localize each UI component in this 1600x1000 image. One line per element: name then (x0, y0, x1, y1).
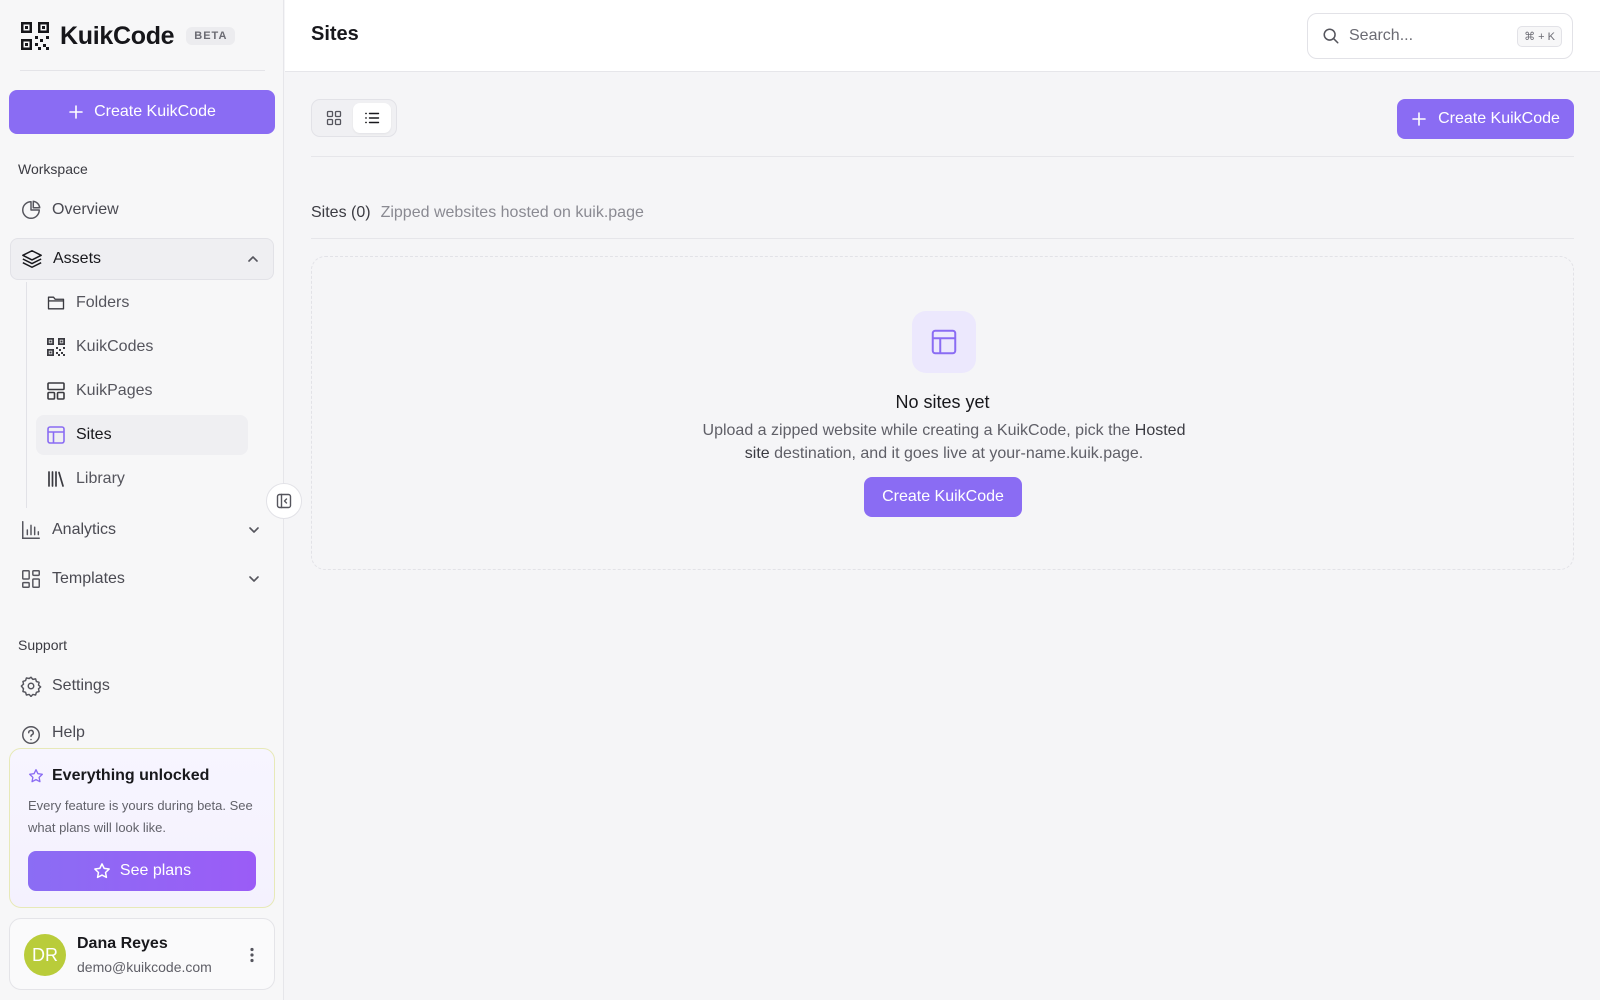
submenu-rail (26, 282, 27, 508)
user-email: demo@kuikcode.com (77, 959, 212, 975)
sidebar-item-assets[interactable]: Assets (10, 238, 274, 280)
promo-title: Everything unlocked (28, 767, 209, 785)
support-section-label: Support (18, 637, 68, 653)
brand-name: KuikCode (60, 21, 175, 50)
create-kuikcode-label: Create KuikCode (94, 103, 216, 120)
empty-state: No sites yet Upload a zipped website whi… (311, 256, 1574, 570)
divider (311, 238, 1574, 239)
chevron-down-icon (249, 527, 259, 533)
empty-state-description: Upload a zipped website while creating a… (692, 419, 1196, 465)
sites-section-header: Sites (0) Zipped websites hosted on kuik… (311, 204, 644, 222)
star-icon (94, 863, 110, 879)
more-vertical-icon[interactable] (242, 945, 262, 965)
qr-code-icon (47, 338, 65, 356)
sidebar-item-label: Assets (53, 250, 102, 267)
sites-count-title: Sites (0) (311, 204, 371, 221)
search-icon (1323, 28, 1339, 44)
grid-icon (326, 110, 342, 126)
avatar: DR (24, 934, 66, 976)
sidebar-item-label: Analytics (52, 521, 117, 538)
sidebar-sub-label: KuikPages (76, 382, 153, 399)
empty-desc-part: Upload a zipped website while creating a… (702, 422, 1135, 439)
sidebar-sub-label: KuikCodes (76, 338, 154, 355)
top-bar: Sites ⌘ + K (285, 0, 1600, 72)
folder-icon (47, 296, 65, 310)
create-kuikcode-button[interactable]: Create KuikCode (1397, 99, 1574, 139)
list-icon (365, 112, 380, 124)
sidebar-create-kuikcode-button[interactable]: Create KuikCode (9, 90, 275, 134)
chevron-down-icon (249, 576, 259, 582)
sidebar-item-folders[interactable]: Folders (36, 283, 248, 323)
panel-collapse-icon (276, 493, 292, 509)
search-box[interactable]: ⌘ + K (1307, 13, 1573, 59)
collapse-sidebar-button[interactable] (266, 483, 302, 519)
layout-icon (931, 329, 957, 355)
divider (20, 70, 265, 71)
sidebar-item-kuikpages[interactable]: KuikPages (36, 371, 248, 411)
sidebar-item-templates[interactable]: Templates (10, 559, 274, 599)
empty-desc-part: destination, and it goes live at your-na… (769, 445, 1144, 462)
create-kuikcode-label: Create KuikCode (1438, 110, 1560, 127)
promo-title-text: Everything unlocked (52, 767, 210, 784)
plus-icon (1412, 112, 1426, 126)
page-title: Sites (311, 23, 359, 45)
sidebar-item-label: Help (52, 724, 85, 741)
layout-grid-icon (22, 570, 40, 588)
sidebar-item-settings[interactable]: Settings (10, 666, 274, 706)
gear-icon (20, 676, 42, 697)
sites-subtitle: Zipped websites hosted on kuik.page (380, 204, 644, 221)
sidebar-sub-label: Library (76, 470, 125, 487)
star-icon (29, 769, 43, 783)
promo-description: Every feature is yours during beta. See … (28, 798, 253, 835)
library-icon (48, 471, 64, 487)
page-layout-icon (47, 382, 65, 400)
divider (311, 156, 1574, 157)
empty-state-title: No sites yet (895, 392, 990, 412)
user-name: Dana Reyes (77, 935, 168, 952)
plus-icon (69, 105, 83, 119)
search-shortcut-badge: ⌘ + K (1517, 26, 1562, 47)
chevron-up-icon (248, 256, 258, 262)
layout-icon (47, 426, 65, 444)
empty-state-create-button[interactable]: Create KuikCode (864, 477, 1022, 517)
sidebar-item-label: Settings (52, 677, 110, 694)
sidebar-item-label: Overview (52, 201, 119, 218)
sidebar-sub-label: Sites (76, 426, 112, 443)
brand[interactable]: KuikCode BETA (20, 18, 236, 54)
bar-chart-icon (22, 521, 40, 539)
sidebar-sub-label: Folders (76, 294, 130, 311)
list-view-button[interactable] (353, 103, 391, 133)
promo-card: Everything unlocked Every feature is you… (9, 748, 275, 908)
pie-chart-icon (22, 200, 41, 219)
layers-icon (22, 250, 42, 268)
view-toggle (311, 99, 397, 137)
sidebar-item-analytics[interactable]: Analytics (10, 510, 274, 550)
beta-badge: BETA (186, 27, 236, 45)
sidebar-item-sites[interactable]: Sites (36, 415, 248, 455)
help-circle-icon (22, 726, 40, 744)
sidebar-item-library[interactable]: Library (36, 459, 248, 499)
empty-state-icon-tile (912, 311, 976, 373)
workspace-section-label: Workspace (18, 161, 88, 177)
see-plans-label: See plans (119, 862, 192, 879)
qr-logo-icon (21, 22, 49, 50)
sidebar-item-help[interactable]: Help (10, 714, 274, 746)
grid-view-button[interactable] (315, 103, 353, 133)
sidebar-item-kuikcodes[interactable]: KuikCodes (36, 327, 248, 367)
sidebar-item-overview[interactable]: Overview (10, 190, 274, 230)
sidebar-item-label: Templates (52, 570, 125, 587)
search-input[interactable] (1349, 27, 1509, 45)
see-plans-button[interactable]: See plans (28, 851, 256, 891)
user-card[interactable]: DR Dana Reyes demo@kuikcode.com (9, 918, 275, 990)
sidebar: KuikCode BETA Create KuikCode Workspace … (0, 0, 284, 1000)
